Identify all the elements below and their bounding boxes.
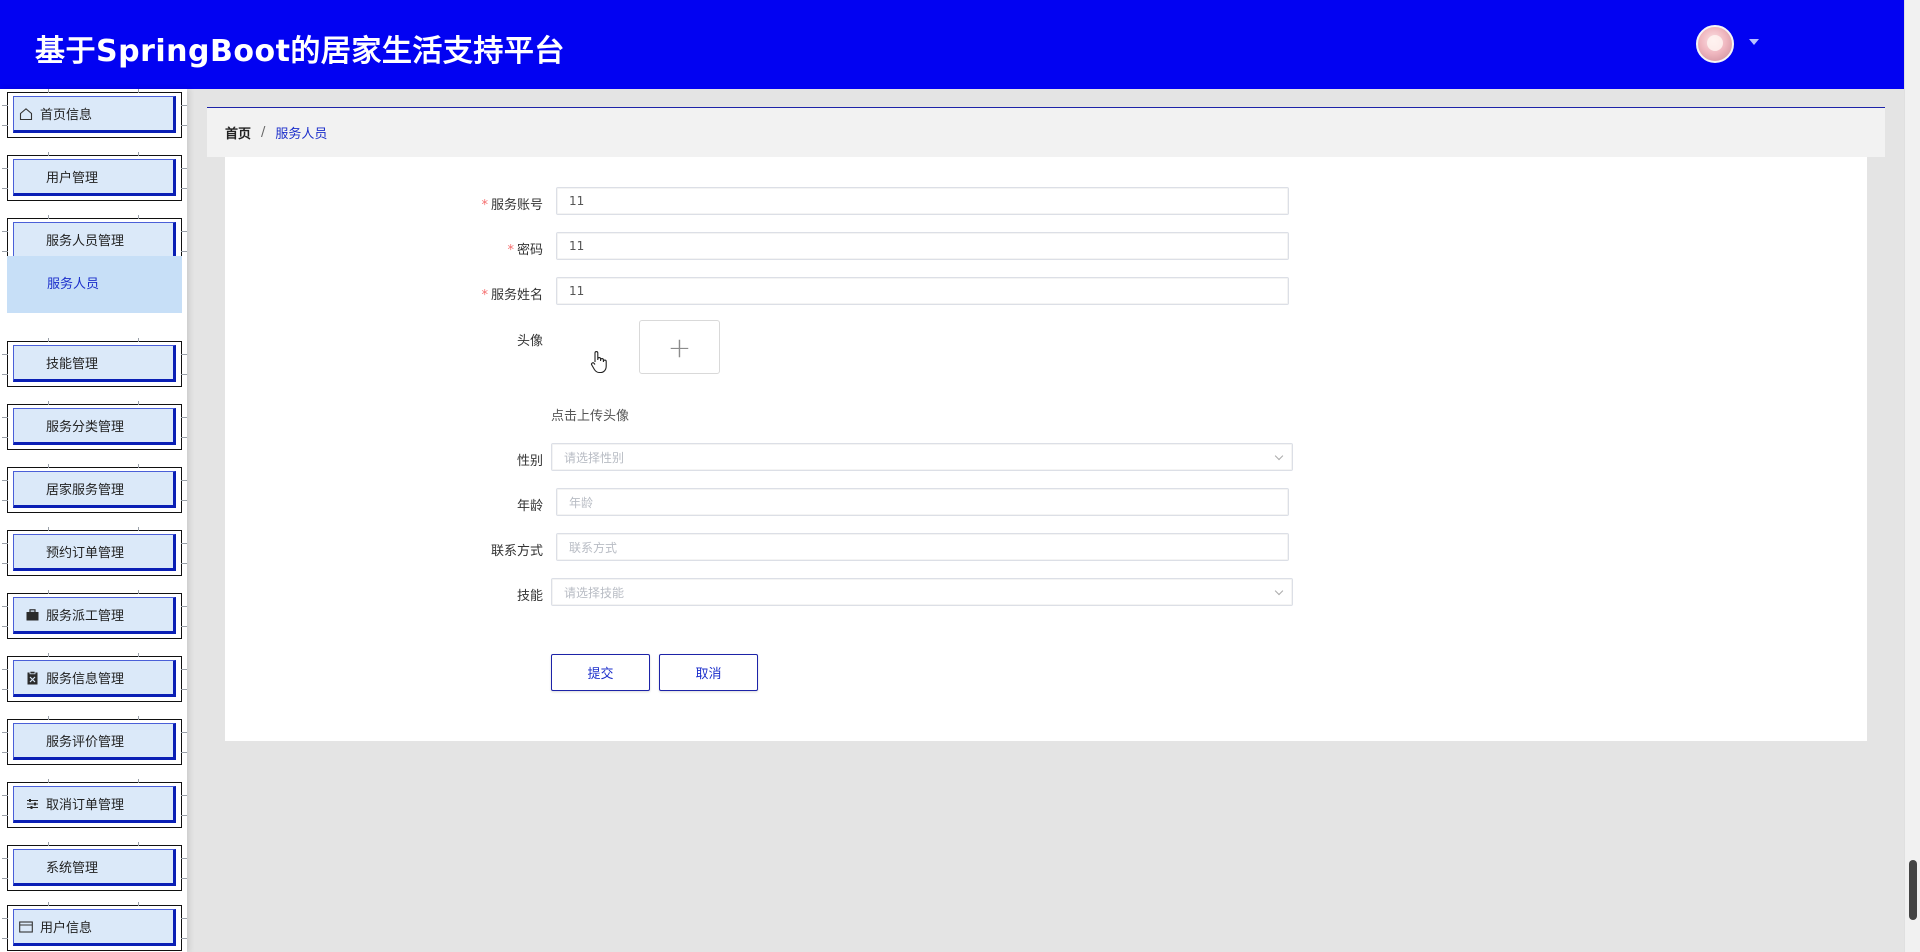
grid-icon	[25, 545, 39, 559]
sidebar-item-label: 用户信息	[40, 921, 93, 936]
sidebar-item-service-info-management[interactable]: 服务信息管理	[2, 653, 187, 702]
avatar-upload-button[interactable]: +	[639, 320, 720, 374]
sidebar-item-system-management[interactable]: 系统管理	[2, 842, 187, 891]
grid-icon	[25, 860, 39, 874]
sliders-icon	[25, 797, 39, 811]
cancel-button[interactable]: 取消	[659, 654, 758, 691]
password-label: * 密码	[507, 243, 543, 258]
age-input[interactable]: 年龄	[556, 488, 1289, 516]
sidebar-item-review-management[interactable]: 服务评价管理	[2, 716, 187, 765]
sidebar-item-label: 用户管理	[46, 171, 99, 186]
avatar-upload-hint: 点击上传头像	[551, 409, 630, 424]
sidebar-item-label: 首页信息	[40, 108, 93, 123]
caret-down-icon[interactable]	[1749, 39, 1759, 45]
skill-select[interactable]: 请选择技能	[551, 578, 1293, 606]
grid-icon	[25, 482, 39, 496]
sidebar-item-user-management[interactable]: 用户管理	[2, 152, 187, 201]
card-icon	[19, 920, 33, 934]
grid-icon	[25, 170, 39, 184]
sidebar-item-user-info[interactable]: 用户信息	[2, 902, 187, 951]
submit-button[interactable]: 提交	[551, 654, 650, 691]
gender-label: 性别	[516, 454, 543, 469]
account-label: * 服务账号	[481, 198, 543, 213]
password-field[interactable]: 11	[556, 232, 1289, 260]
sidebar-item-booking-management[interactable]: 预约订单管理	[2, 527, 187, 576]
hand-cursor-icon	[590, 350, 608, 374]
breadcrumb-home[interactable]: 首页	[225, 123, 251, 142]
sidebar-item-skill-management[interactable]: 技能管理	[2, 338, 187, 387]
sidebar-item-label: 服务评价管理	[46, 735, 125, 750]
sidebar-item-label: 预约订单管理	[46, 546, 125, 561]
chevron-down-icon	[1274, 451, 1284, 461]
sidebar-item-home-service-management[interactable]: 居家服务管理	[2, 464, 187, 513]
sidebar-item-label: 服务人员管理	[46, 234, 125, 249]
breadcrumb-separator: /	[261, 125, 266, 140]
briefcase-icon	[25, 608, 39, 622]
sidebar: 首页信息 用户管理 服务人员管理 服务人员 技能管理 服务分类管理 居家服务管理…	[0, 89, 187, 952]
window-scrollbar[interactable]	[1904, 0, 1920, 952]
gender-select[interactable]: 请选择性别	[551, 443, 1293, 471]
grid-icon	[25, 233, 39, 247]
top-header: 基于SpringBoot的居家生活支持平台	[0, 0, 1904, 89]
grid-icon	[25, 356, 39, 370]
sidebar-item-label: 取消订单管理	[46, 798, 125, 813]
sidebar-item-home-info[interactable]: 首页信息	[2, 89, 187, 138]
sidebar-item-label: 服务分类管理	[46, 420, 125, 435]
grid-icon	[25, 419, 39, 433]
avatar-label: 头像	[516, 334, 543, 349]
sidebar-item-label: 服务信息管理	[46, 672, 125, 687]
sidebar-item-label: 技能管理	[46, 357, 99, 372]
clipboard-icon	[25, 670, 39, 685]
sidebar-item-category-management[interactable]: 服务分类管理	[2, 401, 187, 450]
app-title: 基于SpringBoot的居家生活支持平台	[35, 34, 565, 69]
user-avatar[interactable]	[1696, 25, 1734, 63]
chevron-down-icon	[1274, 586, 1284, 596]
sidebar-item-label: 服务派工管理	[46, 609, 125, 624]
sidebar-item-label: 系统管理	[46, 861, 99, 876]
contact-label: 联系方式	[490, 544, 543, 559]
breadcrumb-current: 服务人员	[275, 127, 328, 142]
account-field[interactable]: 11	[556, 187, 1289, 215]
skill-label: 技能	[516, 589, 543, 604]
breadcrumb: 首页 / 服务人员	[207, 107, 1885, 157]
age-label: 年龄	[516, 499, 543, 514]
sidebar-item-dispatch-management[interactable]: 服务派工管理	[2, 590, 187, 639]
scrollbar-thumb[interactable]	[1909, 860, 1917, 920]
sidebar-item-cancel-order-management[interactable]: 取消订单管理	[2, 779, 187, 828]
contact-input[interactable]: 联系方式	[556, 533, 1289, 561]
grid-icon	[25, 734, 39, 748]
name-label: * 服务姓名	[481, 288, 543, 303]
name-field[interactable]: 11	[556, 277, 1289, 305]
sidebar-subitem-staff[interactable]: 服务人员	[7, 256, 182, 313]
sidebar-item-label: 居家服务管理	[46, 483, 125, 498]
home-icon	[19, 107, 33, 121]
